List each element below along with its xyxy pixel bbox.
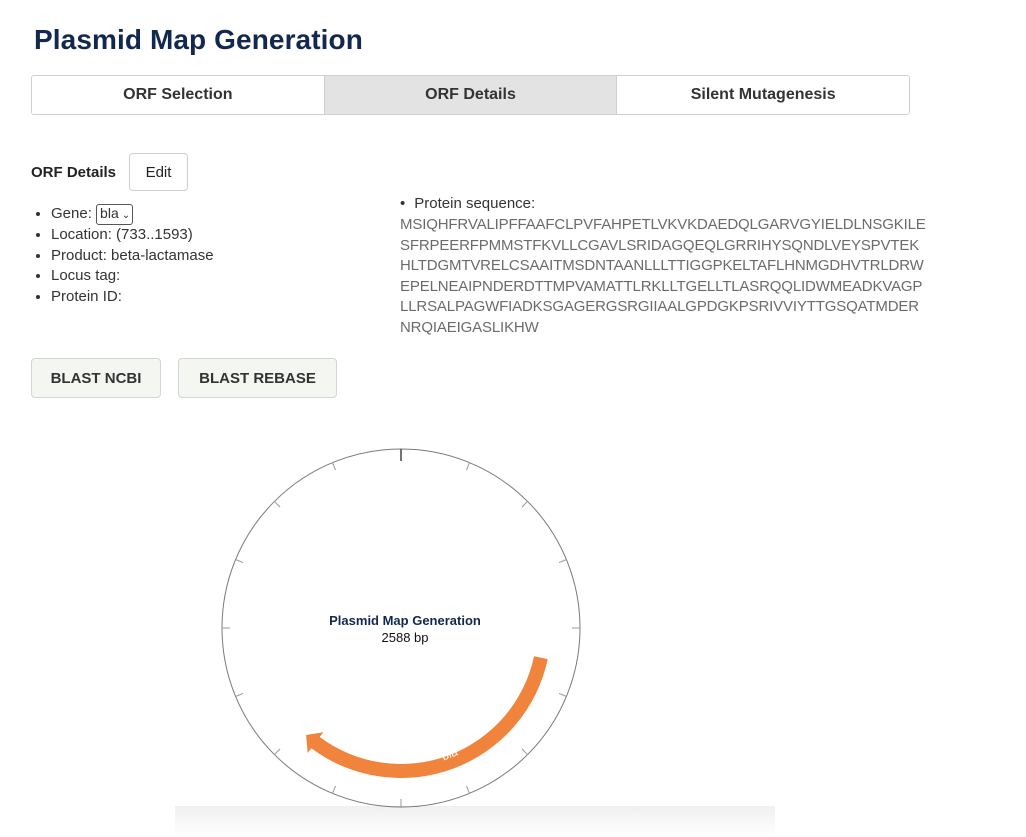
tick-mark [558, 559, 567, 564]
tick-mark [332, 785, 337, 794]
plasmid-map: bla Plasmid Map Generation 2588 bp [221, 448, 581, 808]
tick-mark [558, 692, 567, 697]
tick-mark [332, 462, 337, 471]
bottom-shadow [175, 806, 775, 837]
map-length: 2588 bp [382, 630, 429, 645]
tick-marks [222, 449, 580, 807]
tick-mark [521, 748, 528, 755]
tick-mark [235, 559, 244, 564]
tick-mark [235, 692, 244, 697]
tick-mark [274, 748, 281, 755]
tick-mark [465, 785, 470, 794]
tick-mark [465, 462, 470, 471]
tick-mark [274, 501, 281, 508]
feature-arc-bla[interactable] [306, 656, 548, 778]
map-title: Plasmid Map Generation [329, 613, 481, 628]
tick-mark [521, 501, 528, 508]
